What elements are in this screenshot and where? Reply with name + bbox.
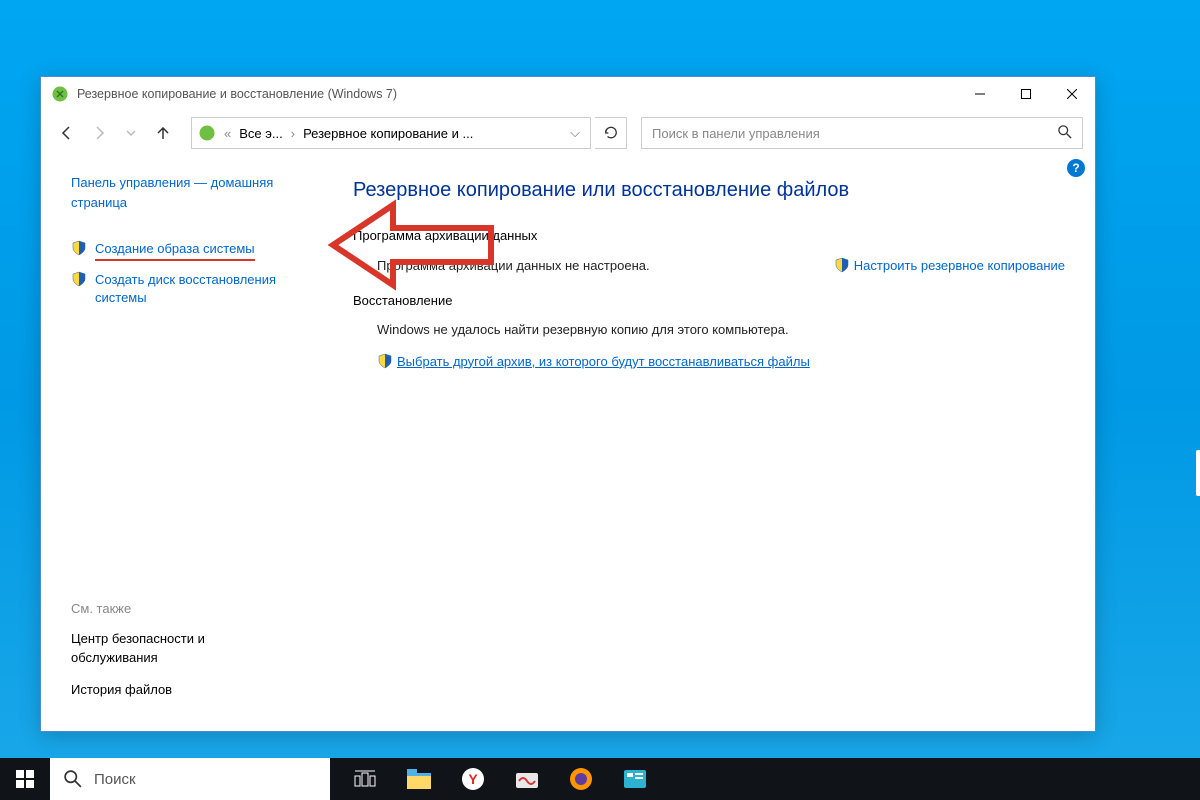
setup-backup-link[interactable]: Настроить резервное копирование	[834, 257, 1065, 273]
shield-icon	[71, 271, 87, 287]
firefox-icon[interactable]	[554, 758, 608, 800]
yandex-browser-icon[interactable]: Y	[446, 758, 500, 800]
minimize-button[interactable]	[957, 77, 1003, 111]
titlebar[interactable]: Резервное копирование и восстановление (…	[41, 77, 1095, 111]
control-panel-window: Резервное копирование и восстановление (…	[40, 76, 1096, 732]
taskbar-search[interactable]: Поиск	[50, 758, 330, 800]
control-panel-home-link[interactable]: Панель управления — домашняя страница	[71, 173, 291, 212]
security-center-link[interactable]: Центр безопасности и обслуживания	[71, 630, 291, 666]
app-icon	[51, 85, 69, 103]
chevron-down-icon[interactable]: ⌵	[566, 125, 584, 141]
desktop-edge-indicator	[1196, 450, 1200, 496]
see-also-label: См. также	[71, 601, 291, 616]
maximize-button[interactable]	[1003, 77, 1049, 111]
windows-icon	[16, 770, 34, 788]
search-icon[interactable]	[1058, 125, 1072, 142]
app-icon-1[interactable]	[500, 758, 554, 800]
select-another-backup-link[interactable]: Выбрать другой архив, из которого будут …	[397, 354, 810, 369]
address-bar[interactable]: « Все э... › Резервное копирование и ...…	[191, 117, 591, 149]
breadcrumb-1[interactable]: Все э...	[239, 126, 282, 141]
search-placeholder: Поиск в панели управления	[652, 126, 820, 141]
refresh-button[interactable]	[595, 117, 627, 149]
location-icon	[198, 124, 216, 142]
search-input[interactable]: Поиск в панели управления	[641, 117, 1083, 149]
close-button[interactable]	[1049, 77, 1095, 111]
window-title: Резервное копирование и восстановление (…	[77, 87, 957, 101]
shield-icon	[377, 353, 393, 369]
recent-dropdown[interactable]	[117, 119, 145, 147]
search-icon	[64, 770, 82, 788]
svg-text:Y: Y	[468, 771, 478, 787]
up-button[interactable]	[149, 119, 177, 147]
shield-icon	[71, 240, 87, 256]
start-button[interactable]	[0, 758, 50, 800]
shield-icon	[834, 257, 850, 273]
back-button[interactable]	[53, 119, 81, 147]
backup-section-title: Программа архивации данных	[353, 228, 1065, 243]
file-history-link[interactable]: История файлов	[71, 681, 291, 699]
annotation-arrow	[323, 185, 503, 305]
create-recovery-disc-link[interactable]: Создать диск восстановления системы	[71, 271, 291, 307]
explorer-icon[interactable]	[392, 758, 446, 800]
forward-button[interactable]	[85, 119, 113, 147]
breadcrumb-2[interactable]: Резервное копирование и ...	[303, 126, 473, 141]
page-heading: Резервное копирование или восстановление…	[353, 179, 1065, 202]
taskbar-icons: Y	[330, 758, 662, 800]
sidebar: Панель управления — домашняя страница Со…	[41, 155, 303, 731]
toolbar: « Все э... › Резервное копирование и ...…	[41, 111, 1095, 155]
task-view-button[interactable]	[338, 758, 392, 800]
create-system-image-link[interactable]: Создание образа системы	[71, 240, 291, 261]
backup-status-text: Программа архивации данных не настроена.	[377, 258, 834, 273]
restore-section-title: Восстановление	[353, 293, 1065, 308]
taskbar: Поиск Y	[0, 758, 1200, 800]
chevron-right-icon: ›	[291, 126, 295, 141]
main-content: Резервное копирование или восстановление…	[303, 155, 1095, 731]
app-icon-2[interactable]	[608, 758, 662, 800]
restore-status-text: Windows не удалось найти резервную копию…	[377, 322, 1065, 337]
